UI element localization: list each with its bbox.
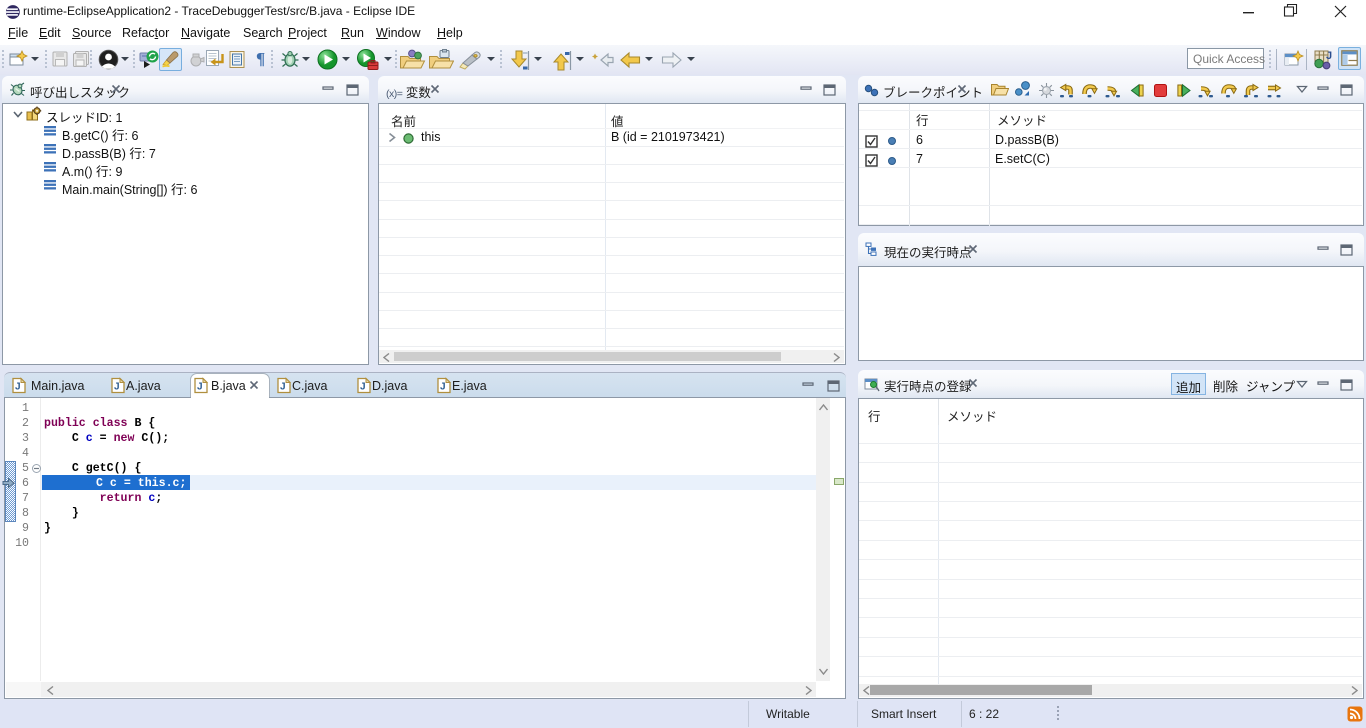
svg-text:J: J — [1326, 50, 1332, 62]
svg-text:J: J — [197, 382, 203, 393]
svg-text:J: J — [114, 382, 120, 393]
svg-text:J: J — [440, 382, 446, 393]
svg-text:J: J — [360, 382, 366, 393]
svg-text:J: J — [280, 382, 286, 393]
svg-text:J: J — [15, 382, 21, 393]
